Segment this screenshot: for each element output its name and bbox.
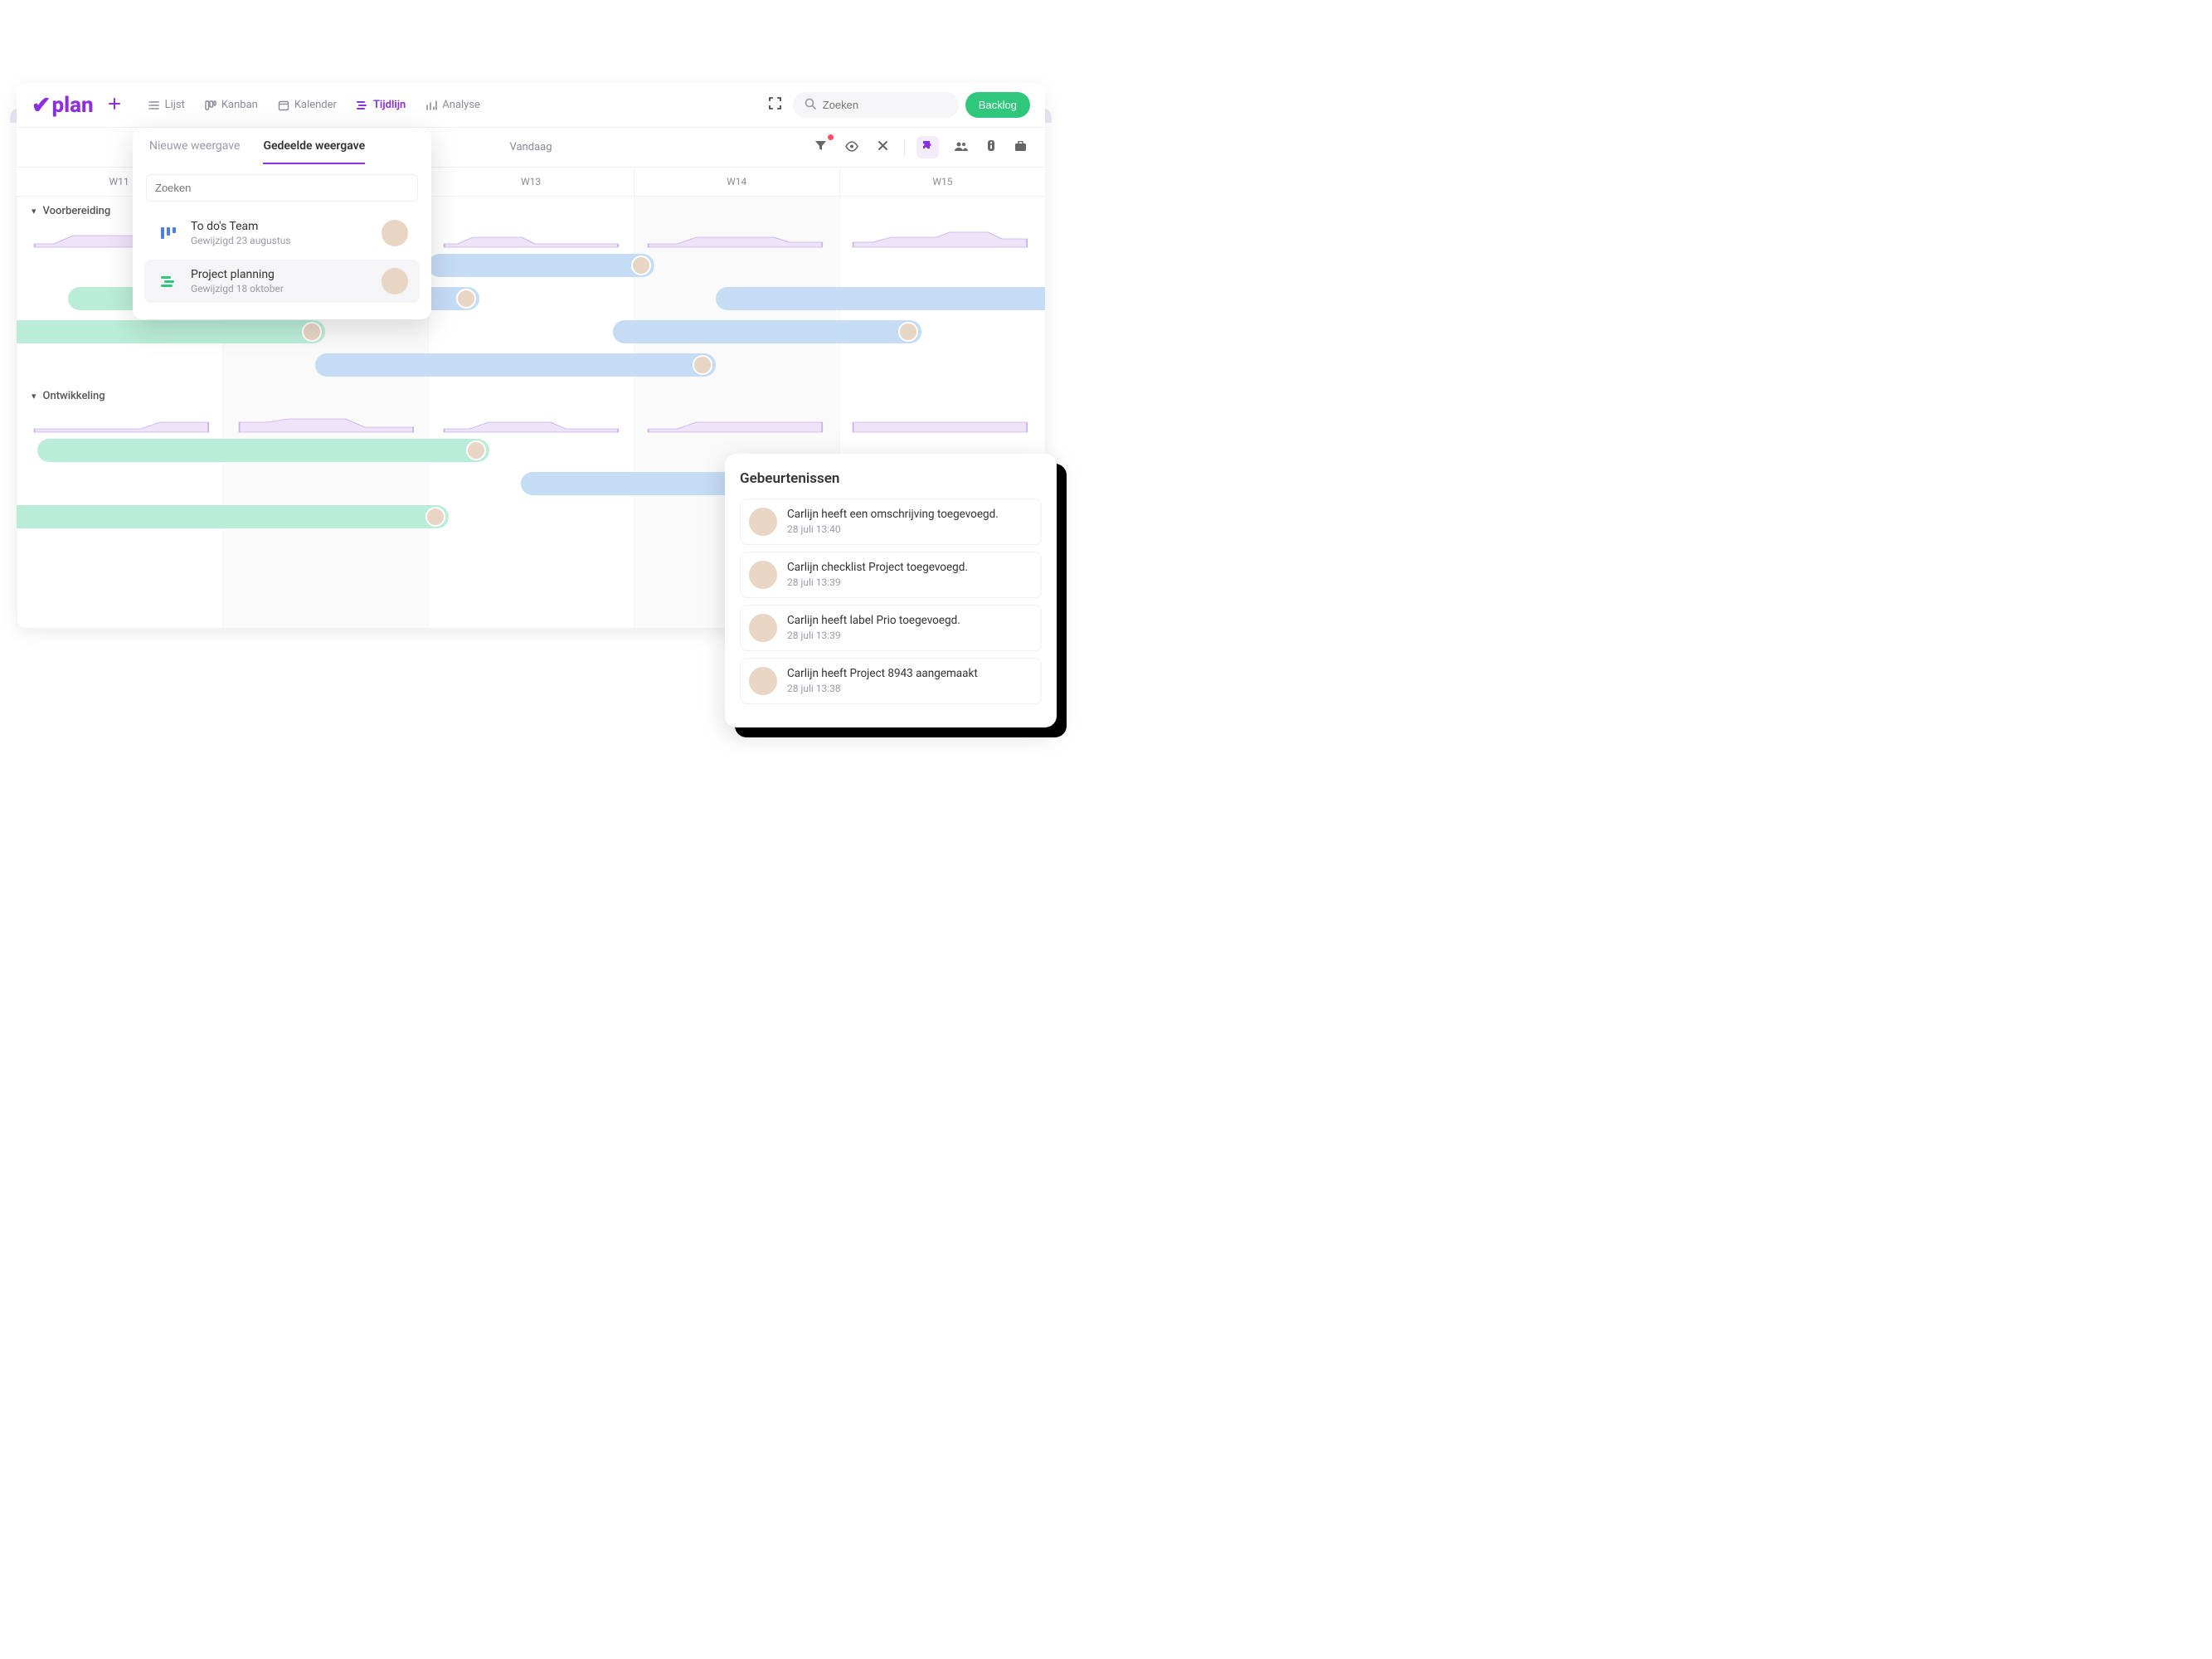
popover-item-title: To do's Team: [191, 220, 372, 233]
section-label: Ontwikkeling: [43, 390, 105, 402]
avatar: [456, 289, 476, 309]
popover-item-sub: Gewijzigd 18 oktober: [191, 283, 372, 294]
avatar: [749, 508, 777, 536]
timeline-bar[interactable]: [17, 505, 449, 528]
section-ontwikkeling[interactable]: ▾ Ontwikkeling: [17, 382, 1045, 411]
chevron-down-icon: ▾: [32, 391, 36, 401]
view-popover: Nieuwe weergave Gedeelde weergave To do'…: [133, 128, 431, 319]
tab-kalender[interactable]: Kalender: [275, 94, 340, 116]
tab-kanban[interactable]: Kanban: [202, 94, 261, 116]
week-col: W14: [634, 168, 839, 196]
timeline-bar[interactable]: [428, 254, 654, 277]
popover-item-project[interactable]: Project planning Gewijzigd 18 oktober: [144, 260, 420, 303]
search-icon: [805, 97, 816, 113]
list-icon: [148, 100, 160, 111]
kanban-color-icon: [156, 221, 181, 246]
popover-item-sub: Gewijzigd 23 augustus: [191, 235, 372, 246]
event-date: 28 juli 13:39: [787, 630, 960, 641]
popover-tab-nieuwe[interactable]: Nieuwe weergave: [149, 139, 240, 164]
today-label[interactable]: Vandaag: [509, 141, 552, 153]
events-title: Gebeurtenissen: [740, 470, 1042, 487]
fullscreen-icon[interactable]: [764, 92, 786, 118]
avatar: [466, 440, 486, 460]
event-date: 28 juli 13:39: [787, 577, 968, 588]
logo: ✔plan: [32, 91, 94, 119]
eye-icon[interactable]: [842, 136, 862, 158]
event-item[interactable]: Carlijn heeft Project 8943 aangemaakt 28…: [740, 658, 1042, 704]
toolbar-icons: [811, 136, 1030, 158]
section-label: Voorbereiding: [43, 205, 111, 217]
popover-tab-gedeelde[interactable]: Gedeelde weergave: [263, 139, 365, 164]
timeline-bar[interactable]: [613, 320, 921, 343]
tab-lijst[interactable]: Lijst: [145, 94, 188, 116]
search-input[interactable]: [793, 92, 959, 118]
avatar: [382, 220, 408, 246]
event-item[interactable]: Carlijn heeft label Prio toegevoegd. 28 …: [740, 605, 1042, 651]
kanban-icon: [205, 100, 216, 111]
timeline-bar[interactable]: [37, 439, 490, 462]
view-tabs: Lijst Kanban Kalender Tijdlijn Analyse: [145, 94, 484, 116]
popover-item-title: Project planning: [191, 268, 372, 281]
avatar: [749, 667, 777, 695]
popover-tabs: Nieuwe weergave Gedeelde weergave: [133, 128, 431, 164]
popover-item-todos[interactable]: To do's Team Gewijzigd 23 augustus: [144, 212, 420, 255]
event-date: 28 juli 13:38: [787, 683, 978, 694]
week-col: W15: [839, 168, 1045, 196]
tab-label: Analyse: [442, 99, 480, 111]
avatar: [631, 255, 651, 275]
event-text: Carlijn checklist Project toegevoegd.: [787, 561, 968, 574]
timeline-icon: [357, 100, 368, 111]
calendar-icon: [278, 100, 289, 111]
tab-analyse[interactable]: Analyse: [422, 94, 484, 116]
search-field[interactable]: [823, 99, 947, 111]
avatar: [749, 561, 777, 589]
team-icon[interactable]: [950, 136, 971, 158]
tab-tijdlijn[interactable]: Tijdlijn: [353, 94, 409, 116]
popover-search-field[interactable]: [146, 174, 418, 202]
logo-check-icon: ✔: [32, 91, 51, 119]
avatar: [693, 355, 712, 375]
app-window: ✔plan Lijst Kanban Kalender Tijdlijn: [17, 83, 1045, 628]
tab-label: Kalender: [294, 99, 337, 111]
briefcase-icon[interactable]: [1011, 136, 1030, 158]
tab-label: Tijdlijn: [373, 99, 406, 111]
add-button[interactable]: [100, 91, 129, 119]
tools-icon[interactable]: [873, 136, 892, 158]
avatar: [898, 322, 918, 342]
popover-search[interactable]: [146, 174, 418, 202]
event-text: Carlijn heeft Project 8943 aangemaakt: [787, 667, 978, 680]
events-panel: Gebeurtenissen Carlijn heeft een omschri…: [725, 454, 1057, 727]
filter-icon[interactable]: [811, 136, 830, 158]
avatar: [425, 507, 445, 527]
puzzle-icon[interactable]: [916, 136, 939, 158]
timeline-bar[interactable]: [716, 287, 1045, 310]
info-icon[interactable]: [983, 136, 999, 158]
timeline-bar[interactable]: [315, 353, 717, 377]
filter-badge: [828, 134, 834, 140]
event-text: Carlijn heeft label Prio toegevoegd.: [787, 614, 960, 627]
timeline-bar[interactable]: [17, 320, 325, 343]
capacity-row: [17, 411, 1045, 434]
tab-label: Lijst: [165, 99, 185, 111]
backlog-button[interactable]: Backlog: [965, 92, 1030, 118]
avatar: [382, 268, 408, 294]
avatar: [749, 614, 777, 642]
event-text: Carlijn heeft een omschrijving toegevoeg…: [787, 508, 999, 521]
event-item[interactable]: Carlijn checklist Project toegevoegd. 28…: [740, 552, 1042, 598]
chart-icon: [425, 100, 437, 111]
topbar: ✔plan Lijst Kanban Kalender Tijdlijn: [17, 83, 1045, 128]
tab-label: Kanban: [221, 99, 258, 111]
chevron-down-icon: ▾: [32, 206, 36, 216]
week-col: W13: [427, 168, 633, 196]
timeline-color-icon: [156, 269, 181, 294]
event-item[interactable]: Carlijn heeft een omschrijving toegevoeg…: [740, 499, 1042, 545]
event-date: 28 juli 13:40: [787, 523, 999, 535]
avatar: [302, 322, 322, 342]
